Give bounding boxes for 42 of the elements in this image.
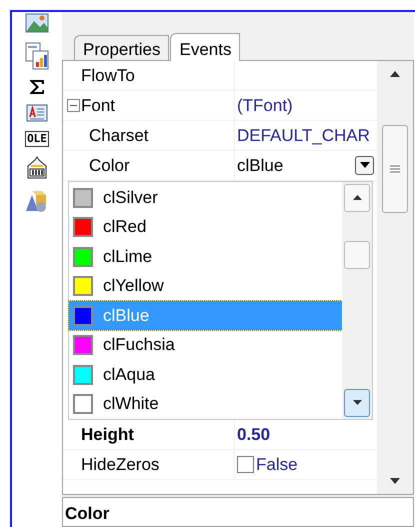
scroll-thumb[interactable]: [382, 124, 408, 213]
property-value: False: [256, 454, 299, 476]
cash-register-icon[interactable]: [26, 156, 48, 180]
ole-icon[interactable]: OLE: [25, 131, 49, 147]
property-value: (TFont): [237, 94, 294, 117]
landscape-picture-icon[interactable]: [25, 13, 49, 33]
color-option[interactable]: clYellow: [69, 271, 342, 301]
dropdown-button[interactable]: [355, 156, 374, 175]
description-panel: Color: [62, 497, 414, 527]
caret-down-icon: [360, 162, 370, 168]
checkbox[interactable]: [237, 456, 254, 473]
color-option[interactable]: clLime: [69, 242, 342, 272]
scroll-up-button[interactable]: [344, 184, 370, 212]
dropdown-scrollbar[interactable]: [342, 182, 372, 419]
property-value: DEFAULT_CHAR: [237, 124, 371, 147]
property-name: Charset: [89, 124, 149, 147]
property-name: Font: [81, 94, 116, 117]
grip-icon: [390, 164, 400, 173]
chart-report-icon[interactable]: [25, 42, 49, 70]
scroll-up-icon[interactable]: [390, 70, 400, 77]
text-document-icon[interactable]: [26, 104, 48, 122]
tab[interactable]: Properties: [74, 34, 170, 60]
tab[interactable]: Events: [170, 32, 240, 61]
scroll-thumb[interactable]: [344, 240, 370, 269]
sigma-icon[interactable]: [29, 79, 45, 95]
color-option[interactable]: clFuchsia: [69, 330, 342, 360]
collapse-icon[interactable]: [67, 98, 80, 112]
caret-up-icon: [352, 195, 362, 200]
property-name: Color: [89, 154, 130, 177]
color-option[interactable]: clSilver: [69, 182, 342, 212]
color-option[interactable]: clWhite: [69, 389, 342, 419]
property-name: Height: [81, 424, 134, 446]
color-option[interactable]: clAqua: [69, 360, 342, 390]
scrollbar[interactable]: [377, 60, 413, 494]
property-name: HideZeros: [81, 454, 160, 476]
color-option[interactable]: clRed: [69, 212, 342, 242]
property-name: FlowTo: [81, 64, 135, 87]
scroll-down-button[interactable]: [344, 388, 370, 417]
scroll-down-icon[interactable]: [390, 478, 400, 484]
property-value: 0.50: [237, 424, 272, 446]
value-field[interactable]: clBlue: [237, 152, 355, 178]
caret-down-icon: [352, 400, 362, 406]
